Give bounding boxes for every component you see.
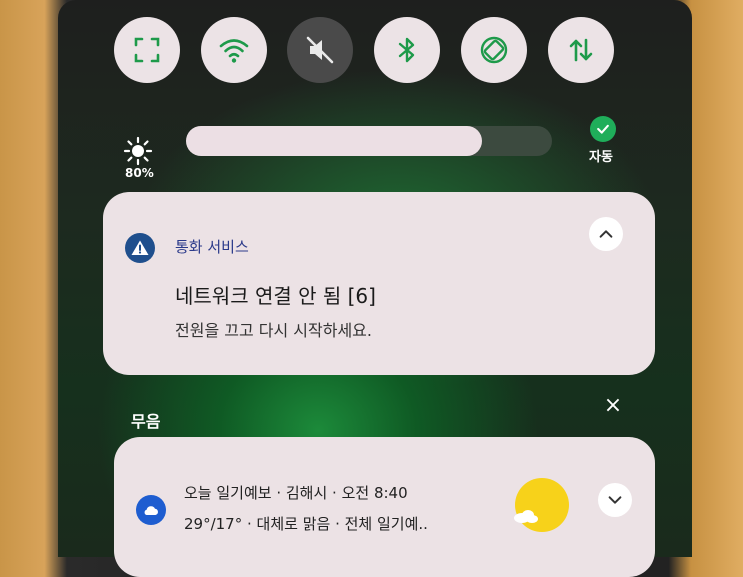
sunny-weather-icon [514, 478, 569, 532]
brightness-icon [123, 136, 153, 166]
chevron-down-icon [608, 496, 622, 504]
wifi-icon [219, 39, 249, 63]
sound-muted-icon [306, 36, 334, 64]
notification-app-name: 통화 서비스 [175, 238, 249, 256]
auto-rotate-toggle[interactable] [461, 17, 527, 83]
silent-section-label: 무음 [131, 412, 161, 431]
wifi-toggle[interactable] [201, 17, 267, 83]
expand-button[interactable] [598, 483, 632, 517]
mobile-data-icon [569, 38, 593, 62]
close-icon[interactable]: × [602, 395, 624, 417]
check-icon [597, 124, 609, 134]
screenshot-icon [134, 37, 160, 63]
bluetooth-icon [398, 37, 415, 63]
notification-shade: 80% 자동 통화 서비스 네트워크 연결 안 됨 [6] 전원을 끄고 다시 … [58, 0, 692, 577]
weather-detail-line: 29°/17° · 대체로 맑음 · 전체 일기예.. [184, 515, 428, 533]
weather-app-icon [136, 495, 166, 525]
cloud-icon [144, 506, 158, 515]
auto-rotate-icon [480, 36, 508, 64]
chevron-up-icon [599, 230, 613, 238]
auto-brightness-toggle[interactable] [590, 116, 616, 142]
weather-summary-line: 오늘 일기예보 · 김해시 · 오전 8:40 [184, 484, 408, 502]
collapse-button[interactable] [589, 217, 623, 251]
warning-icon [125, 233, 155, 263]
notification-card-weather[interactable]: 오늘 일기예보 · 김해시 · 오전 8:40 29°/17° · 대체로 맑음… [114, 437, 655, 577]
notification-card-call[interactable]: 통화 서비스 네트워크 연결 안 됨 [6] 전원을 끄고 다시 시작하세요. [103, 192, 655, 375]
sound-toggle[interactable] [287, 17, 353, 83]
mobile-data-toggle[interactable] [548, 17, 614, 83]
brightness-percent: 80% [125, 166, 154, 180]
brightness-slider[interactable] [186, 126, 552, 156]
screenshot-toggle[interactable] [114, 17, 180, 83]
notification-title: 네트워크 연결 안 됨 [6] [175, 284, 376, 308]
auto-brightness-label: 자동 [589, 150, 613, 165]
bluetooth-toggle[interactable] [374, 17, 440, 83]
notification-body: 전원을 끄고 다시 시작하세요. [175, 321, 372, 340]
brightness-slider-fill [186, 126, 483, 156]
